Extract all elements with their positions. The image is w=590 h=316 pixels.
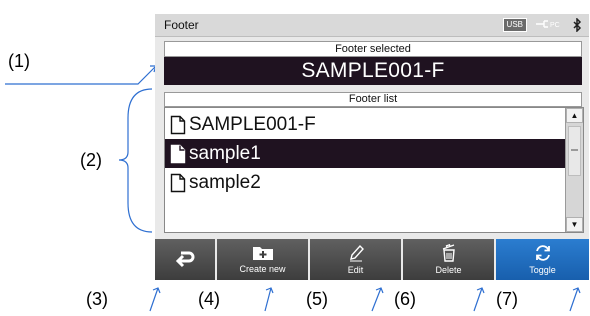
- annotation-5: (5): [306, 289, 328, 309]
- list-scrollbar[interactable]: ▲ ▼: [565, 108, 583, 232]
- toggle-label: Toggle: [529, 265, 556, 275]
- back-button[interactable]: [155, 239, 215, 280]
- scroll-down-button[interactable]: ▼: [566, 217, 583, 232]
- screen-title: Footer: [164, 18, 199, 32]
- svg-text:PC: PC: [550, 22, 560, 29]
- annotation-6: (6): [394, 289, 416, 309]
- usb-status-icon: USB: [502, 18, 527, 32]
- annotation-1: (1): [8, 51, 30, 71]
- trash-icon: [442, 244, 455, 262]
- pencil-icon: [349, 244, 364, 262]
- annotation-3: (3): [86, 289, 108, 309]
- toggle-button[interactable]: Toggle: [496, 239, 589, 280]
- status-indicators: USB PC: [502, 17, 583, 33]
- list-item[interactable]: sample2: [165, 168, 565, 197]
- footer-selected-label: Footer selected: [164, 41, 582, 57]
- edit-button[interactable]: Edit: [310, 239, 401, 280]
- pc-connection-icon: PC: [535, 18, 563, 32]
- folder-add-icon: [252, 247, 273, 260]
- annotation-4: (4): [198, 289, 220, 309]
- footer-selected-value: SAMPLE001-F: [164, 57, 582, 85]
- refresh-icon: [535, 245, 550, 261]
- title-bar: Footer USB PC: [155, 14, 589, 37]
- file-icon: [170, 115, 186, 134]
- create-new-button[interactable]: Create new: [217, 239, 308, 280]
- list-item-label: sample2: [189, 171, 261, 193]
- bluetooth-icon: [571, 17, 583, 33]
- scroll-up-button[interactable]: ▲: [566, 108, 583, 123]
- annotation-2: (2): [80, 150, 102, 170]
- footer-list-label: Footer list: [164, 92, 582, 107]
- create-new-label: Create new: [239, 264, 286, 274]
- file-icon: [170, 144, 186, 163]
- footer-list: SAMPLE001-F sample1 sample2 ▲ ▼: [164, 107, 584, 233]
- scroll-thumb[interactable]: [568, 126, 581, 176]
- list-item-label: sample1: [189, 142, 261, 164]
- list-item-label: SAMPLE001-F: [189, 113, 316, 135]
- annotation-7: (7): [496, 289, 518, 309]
- delete-label: Delete: [435, 265, 462, 275]
- file-icon: [170, 173, 186, 192]
- list-item[interactable]: sample1: [165, 139, 565, 168]
- device-screen: Footer USB PC Footer selected SAMPLE001-…: [155, 14, 589, 280]
- edit-label: Edit: [347, 265, 364, 275]
- list-item[interactable]: SAMPLE001-F: [165, 110, 565, 139]
- bottom-toolbar: Create new Edit Delete Toggle: [155, 239, 589, 280]
- delete-button[interactable]: Delete: [403, 239, 494, 280]
- return-arrow-icon: [175, 251, 195, 268]
